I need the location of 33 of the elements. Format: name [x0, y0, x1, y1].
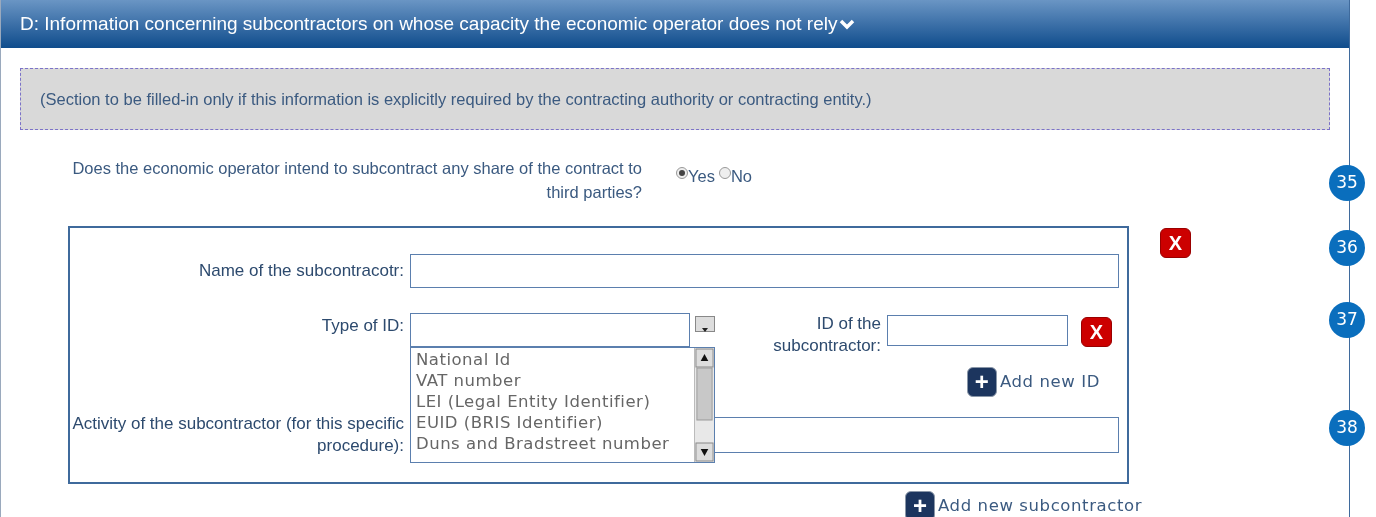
- step-marker: 37: [1329, 302, 1365, 338]
- id-field[interactable]: [887, 315, 1068, 346]
- dropdown-option[interactable]: LEI (Legal Entity Identifier): [416, 391, 692, 412]
- add-button[interactable]: +: [966, 367, 997, 397]
- field-label: Activity of the subcontractor (for this specific procedure):: [71, 413, 405, 457]
- radio-button[interactable]: [676, 167, 688, 179]
- chevron-down-icon[interactable]: [839, 18, 856, 30]
- step-marker: 35: [1329, 165, 1365, 201]
- radio-label: Yes: [688, 165, 715, 187]
- name-field[interactable]: [410, 254, 1119, 288]
- remove-button[interactable]: X: [1081, 317, 1112, 347]
- dropdown-option[interactable]: Duns and Bradstreet number: [416, 433, 692, 454]
- dropdown-option[interactable]: EUID (BRIS Identifier): [416, 412, 692, 433]
- radio-button[interactable]: [718, 167, 731, 179]
- field-label: Type of ID:: [320, 315, 405, 337]
- add-button[interactable]: +: [905, 491, 935, 517]
- section-title: D: Information concerning subcontractors on whose capacity the economic operator does not rely: [20, 11, 838, 36]
- section-header[interactable]: D: Information concerning subcontractors on whose capacity the economic operator does not rely: [1, 0, 1349, 48]
- step-marker: 38: [1329, 410, 1365, 446]
- scrollbar[interactable]: [694, 348, 714, 462]
- dropdown-option[interactable]: National Id: [416, 349, 692, 370]
- dropdown-button[interactable]: [695, 316, 715, 332]
- remove-button[interactable]: X: [1160, 228, 1191, 258]
- add-label: Add new subcontractor: [937, 494, 1143, 517]
- field-label: ID of the subcontractor:: [772, 313, 882, 357]
- dropdown-option[interactable]: VAT number: [416, 370, 692, 391]
- radio-label: No: [730, 165, 752, 187]
- question-label: Does the economic operator intend to subcontract any share of the contract to third parties?: [71, 158, 642, 203]
- type-select[interactable]: [410, 313, 690, 347]
- field-label: Name of the subcontracotr:: [197, 260, 405, 282]
- notice-text: (Section to be filled-in only if this information is explicitly required by the contracting authority or contracting entity.): [40, 88, 872, 110]
- step-marker: 36: [1329, 230, 1365, 266]
- add-label: Add new ID: [998, 370, 1100, 393]
